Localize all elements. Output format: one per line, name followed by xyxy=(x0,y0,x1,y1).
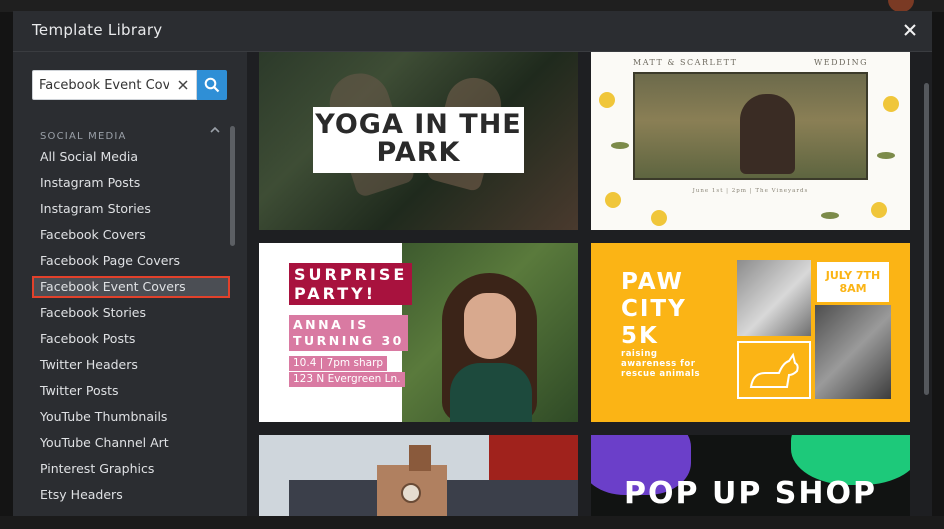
flower-decoration xyxy=(605,192,621,208)
grid-scrollbar[interactable] xyxy=(924,83,929,395)
party-title: SURPRISE PARTY! xyxy=(289,263,413,305)
wedding-photo xyxy=(633,72,868,180)
party-portrait-face xyxy=(464,293,516,359)
app-backdrop-bottom xyxy=(0,516,944,529)
house-window xyxy=(401,483,421,503)
category-list: All Social Media Instagram Posts Instagr… xyxy=(32,146,230,516)
leaf-decoration xyxy=(877,152,895,159)
pop-title: POP UP SHOP xyxy=(624,476,877,511)
wedding-header: MATT & SCARLETT WEDDING xyxy=(591,58,910,70)
modal-header: Template Library xyxy=(13,11,932,52)
category-item-instagram-stories[interactable]: Instagram Stories xyxy=(32,198,230,220)
party-subtitle: ANNA IS TURNING 30 xyxy=(289,315,408,351)
sidebar-scrollbar[interactable] xyxy=(230,126,235,246)
paw-date-box: JULY 7TH 8AM xyxy=(815,260,891,304)
paw-title: PAW CITY 5K xyxy=(621,269,687,349)
flower-decoration xyxy=(599,92,615,108)
category-item-youtube-channel-art[interactable]: YouTube Channel Art xyxy=(32,432,230,454)
party-address: 123 N Evergreen Ln. xyxy=(289,372,405,387)
template-card-pop-up-shop[interactable]: POP UP SHOP xyxy=(591,435,910,516)
category-item-facebook-stories[interactable]: Facebook Stories xyxy=(32,302,230,324)
template-card-surprise-party[interactable]: SURPRISE PARTY! ANNA IS TURNING 30 10.4 … xyxy=(259,243,578,422)
category-item-facebook-event-covers[interactable]: Facebook Event Covers xyxy=(32,276,230,298)
yoga-title: YOGA IN THE PARK xyxy=(315,109,522,168)
paw-subtitle: raising awareness for rescue animals xyxy=(621,349,701,379)
template-card-paw-city[interactable]: PAW CITY 5K raising awareness for rescue… xyxy=(591,243,910,422)
section-label: SOCIAL MEDIA xyxy=(40,131,127,142)
wedding-names: MATT & SCARLETT xyxy=(633,58,738,67)
paw-dog-outline xyxy=(737,341,811,399)
yoga-title-box: YOGA IN THE PARK xyxy=(313,107,524,173)
flower-decoration xyxy=(883,96,899,112)
search-box xyxy=(32,70,197,100)
party-photo xyxy=(402,243,578,422)
template-card-house[interactable] xyxy=(259,435,578,516)
category-item-all-social-media[interactable]: All Social Media xyxy=(32,146,230,168)
category-item-facebook-page-covers[interactable]: Facebook Page Covers xyxy=(32,250,230,272)
close-icon xyxy=(904,24,916,36)
flower-decoration xyxy=(651,210,667,226)
category-item-pinterest-graphics[interactable]: Pinterest Graphics xyxy=(32,458,230,480)
dog-icon xyxy=(749,352,799,388)
section-header-social-media[interactable]: SOCIAL MEDIA xyxy=(40,124,220,142)
category-item-etsy-headers[interactable]: Etsy Headers xyxy=(32,484,230,506)
wedding-word: WEDDING xyxy=(814,58,868,67)
wedding-couple xyxy=(740,94,795,174)
template-library-modal: Template Library SOCIAL MEDIA xyxy=(13,11,932,516)
paw-runners-photo xyxy=(815,305,891,399)
category-item-facebook-posts[interactable]: Facebook Posts xyxy=(32,328,230,350)
leaf-decoration xyxy=(611,142,629,149)
leaf-decoration xyxy=(821,212,839,219)
search-input[interactable] xyxy=(39,71,169,99)
house-chimney xyxy=(409,445,431,471)
party-time: 10.4 | 7pm sharp xyxy=(289,356,388,371)
party-portrait-top xyxy=(450,363,532,422)
category-item-twitter-posts[interactable]: Twitter Posts xyxy=(32,380,230,402)
modal-title: Template Library xyxy=(32,21,163,39)
category-item-instagram-posts[interactable]: Instagram Posts xyxy=(32,172,230,194)
paw-date: JULY 7TH 8AM xyxy=(825,269,881,295)
chevron-up-icon[interactable] xyxy=(210,126,220,134)
category-item-facebook-covers[interactable]: Facebook Covers xyxy=(32,224,230,246)
wedding-details: June 1st | 2pm | The Vineyards xyxy=(692,188,809,194)
clear-icon[interactable] xyxy=(176,78,190,92)
paw-dog-photo xyxy=(737,260,811,336)
flower-decoration xyxy=(871,202,887,218)
category-sidebar: SOCIAL MEDIA All Social Media Instagram … xyxy=(13,52,247,516)
template-card-wedding[interactable]: MATT & SCARLETT WEDDING June 1st | 2pm |… xyxy=(591,52,910,230)
template-grid: YOGA IN THE PARK MATT & SCARLETT WEDDING… xyxy=(247,52,932,516)
category-item-youtube-thumbnails[interactable]: YouTube Thumbnails xyxy=(32,406,230,428)
category-item-twitter-headers[interactable]: Twitter Headers xyxy=(32,354,230,376)
search-button[interactable] xyxy=(197,70,227,100)
template-card-yoga[interactable]: YOGA IN THE PARK xyxy=(259,52,578,230)
search-icon xyxy=(204,77,220,93)
close-button[interactable] xyxy=(900,20,920,40)
